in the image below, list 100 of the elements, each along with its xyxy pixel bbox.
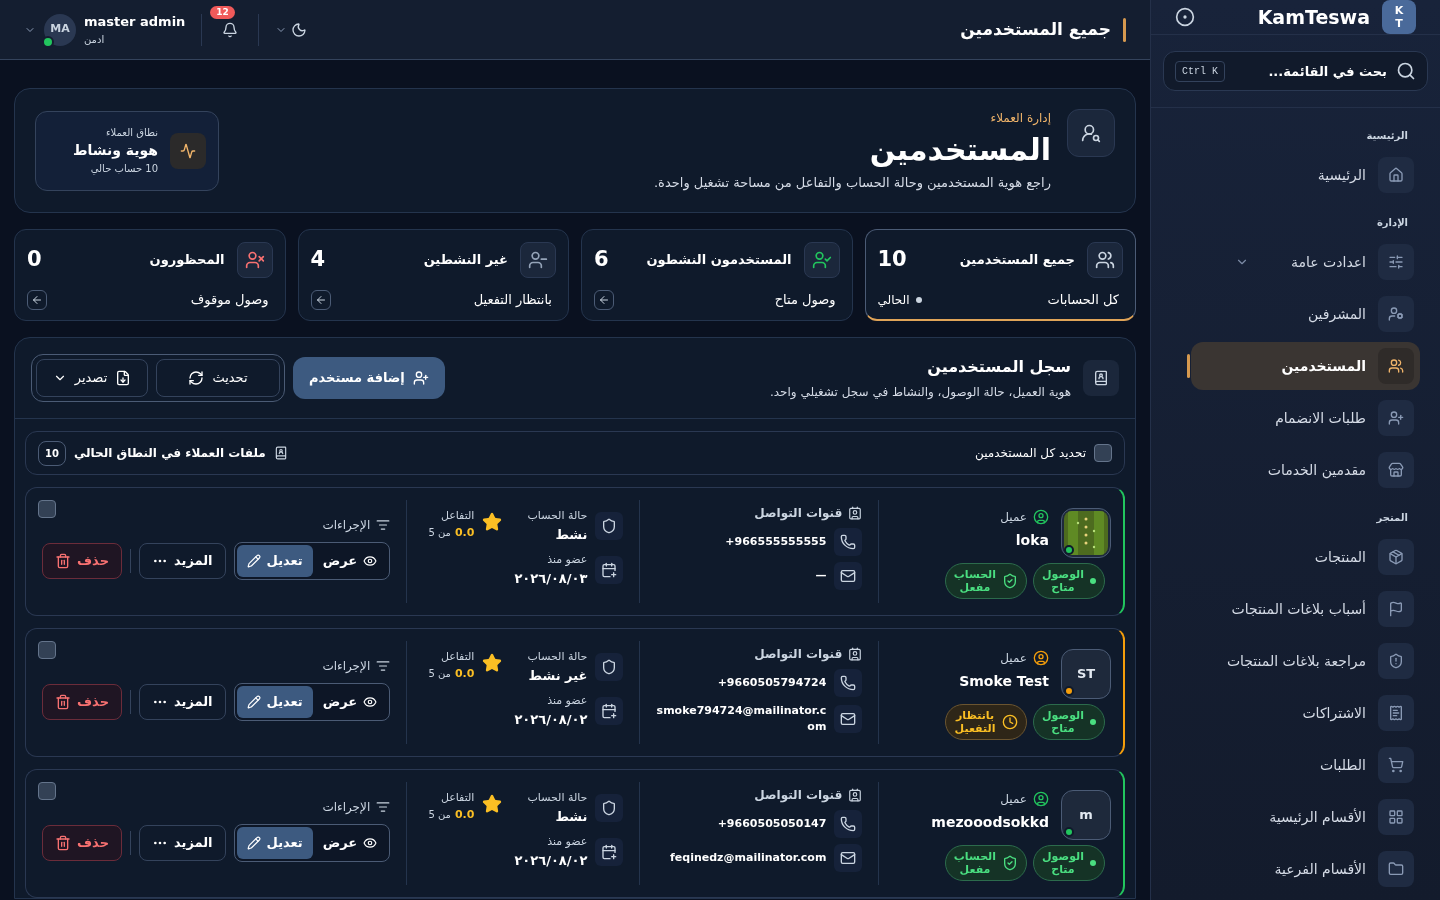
- view-button[interactable]: عرض: [312, 545, 388, 577]
- nav-icon: [1388, 653, 1404, 669]
- mail-icon: [840, 850, 857, 866]
- user-name: mezooodsokkd: [930, 813, 1049, 832]
- eye-icon: [363, 836, 378, 850]
- mail-icon: [840, 711, 857, 727]
- brand-logo: K T: [1382, 0, 1416, 34]
- open-button[interactable]: [594, 290, 614, 310]
- eye-icon: [363, 695, 378, 709]
- contacts-icon: [848, 647, 863, 661]
- actions-label: الإجراءات: [322, 517, 371, 534]
- nav-label: مراجعة بلاغات المنتجات: [1225, 651, 1366, 672]
- registry-title: سجل المستخدمين: [926, 356, 1071, 378]
- stat-title: جميع المستخدمين: [958, 251, 1075, 270]
- nav-label: الأقسام الفرعية: [1273, 859, 1366, 880]
- contacts-title: قنوات التواصل: [754, 787, 843, 804]
- nav-item[interactable]: المشرفين: [1191, 290, 1420, 338]
- more-button[interactable]: المزيد: [139, 825, 226, 861]
- nav-item[interactable]: الطلبات: [1191, 741, 1420, 789]
- row-checkbox[interactable]: [38, 641, 56, 659]
- nav-icon: [1388, 601, 1404, 617]
- pencil-icon: [246, 554, 261, 568]
- stat-caption: وصول متاح: [774, 291, 836, 310]
- nav-item[interactable]: الأقسام الفرعية: [1191, 845, 1420, 893]
- brand-name: KamTeswa: [1257, 4, 1370, 30]
- delete-button[interactable]: حذف: [42, 543, 122, 579]
- trash-icon: [55, 694, 71, 710]
- since-label: عضو منذ: [546, 834, 588, 850]
- nav-icon: [1388, 306, 1404, 322]
- add-user-button[interactable]: إضافة مستخدم: [293, 357, 445, 399]
- arrow-left-icon: [31, 294, 43, 306]
- nav-item[interactable]: مراجعة بلاغات المنتجات: [1191, 637, 1420, 685]
- view-button[interactable]: عرض: [312, 686, 388, 718]
- edit-button[interactable]: تعديل: [236, 686, 313, 718]
- nav-icon: [1388, 757, 1404, 773]
- edit-button[interactable]: تعديل: [236, 827, 313, 859]
- more-button[interactable]: المزيد: [139, 543, 226, 579]
- star-icon: [482, 794, 503, 814]
- rating-scale: من 5: [428, 525, 451, 540]
- nav-label: المنتجات: [1313, 547, 1366, 567]
- nav-item[interactable]: أسباب بلاغات المنتجات: [1191, 585, 1420, 633]
- export-button[interactable]: تصدير: [36, 359, 148, 397]
- contacts-title: قنوات التواصل: [754, 646, 843, 663]
- nav-item[interactable]: اعدادت عامة: [1191, 238, 1420, 286]
- star-icon: [482, 653, 503, 673]
- scope-title: هوية ونشاط: [72, 141, 158, 161]
- nav-label: أسباب بلاغات المنتجات: [1230, 599, 1366, 619]
- access-badge: الوصول متاح: [1033, 563, 1105, 599]
- user-avatar[interactable]: MA: [44, 13, 76, 46]
- file-icon: [115, 370, 132, 386]
- nav-item[interactable]: طلبات الانضمام: [1191, 394, 1420, 442]
- delete-button[interactable]: حذف: [42, 684, 122, 720]
- engagement-label: التفاعل: [439, 649, 475, 665]
- nav-icon: [1388, 705, 1404, 721]
- refresh-button[interactable]: تحديث: [156, 359, 280, 397]
- access-badge: الوصول متاح: [1033, 845, 1105, 881]
- stat-value: 4: [310, 246, 326, 274]
- nav-item[interactable]: الأقسام الرئيسية: [1191, 793, 1420, 841]
- nav-item[interactable]: المنتجات: [1191, 533, 1420, 581]
- nav-icon: [1388, 358, 1404, 374]
- nav-item[interactable]: الرئيسية: [1191, 151, 1420, 199]
- user-name: loka: [1014, 531, 1049, 550]
- view-button[interactable]: عرض: [312, 827, 388, 859]
- open-button[interactable]: [310, 290, 331, 310]
- row-checkbox[interactable]: [38, 500, 56, 518]
- nav-item[interactable]: الاشتراكات: [1191, 689, 1420, 737]
- nav-icon: [1388, 462, 1404, 478]
- rating-scale: من 5: [428, 807, 451, 822]
- search-icon: [1396, 61, 1416, 81]
- account-state: نشط: [554, 525, 588, 544]
- stat-value: 0: [27, 246, 42, 274]
- nav-item[interactable]: مقدمين الخدمات: [1191, 446, 1420, 494]
- select-all-checkbox[interactable]: [1094, 444, 1112, 462]
- account-badge: الحساب مفعل: [945, 563, 1027, 599]
- edit-button[interactable]: تعديل: [236, 545, 313, 577]
- notification-count: 12: [210, 5, 235, 19]
- more-button[interactable]: المزيد: [139, 684, 226, 720]
- nav-section-title: المتجر: [1375, 511, 1408, 526]
- files-label: ملفات العملاء في النطاق الحالي: [73, 445, 266, 462]
- user-icon: [1033, 791, 1049, 807]
- open-button[interactable]: [27, 290, 47, 310]
- scope-label: نطاق العملاء: [104, 126, 158, 140]
- nav-icon: [1388, 254, 1404, 270]
- since-label: عضو منذ: [546, 552, 588, 568]
- theme-icon[interactable]: [291, 21, 308, 38]
- calendar-icon: [601, 844, 618, 860]
- stat-title: المستخدمون النشطون: [645, 251, 792, 270]
- delete-button[interactable]: حذف: [42, 825, 122, 861]
- account-badge: بانتظار التفعيل: [945, 704, 1027, 740]
- nav-label: الأقسام الرئيسية: [1268, 807, 1366, 828]
- mail-icon: [840, 568, 857, 584]
- star-icon: [482, 512, 503, 532]
- row-checkbox[interactable]: [38, 782, 56, 800]
- actions-label: الإجراءات: [322, 658, 371, 675]
- access-badge: الوصول متاح: [1033, 704, 1105, 740]
- since-label: عضو منذ: [546, 693, 588, 709]
- user-email: —: [814, 568, 827, 584]
- arrow-left-icon: [314, 294, 327, 306]
- target-icon[interactable]: [1175, 7, 1195, 27]
- hero-icon: [1067, 109, 1115, 157]
